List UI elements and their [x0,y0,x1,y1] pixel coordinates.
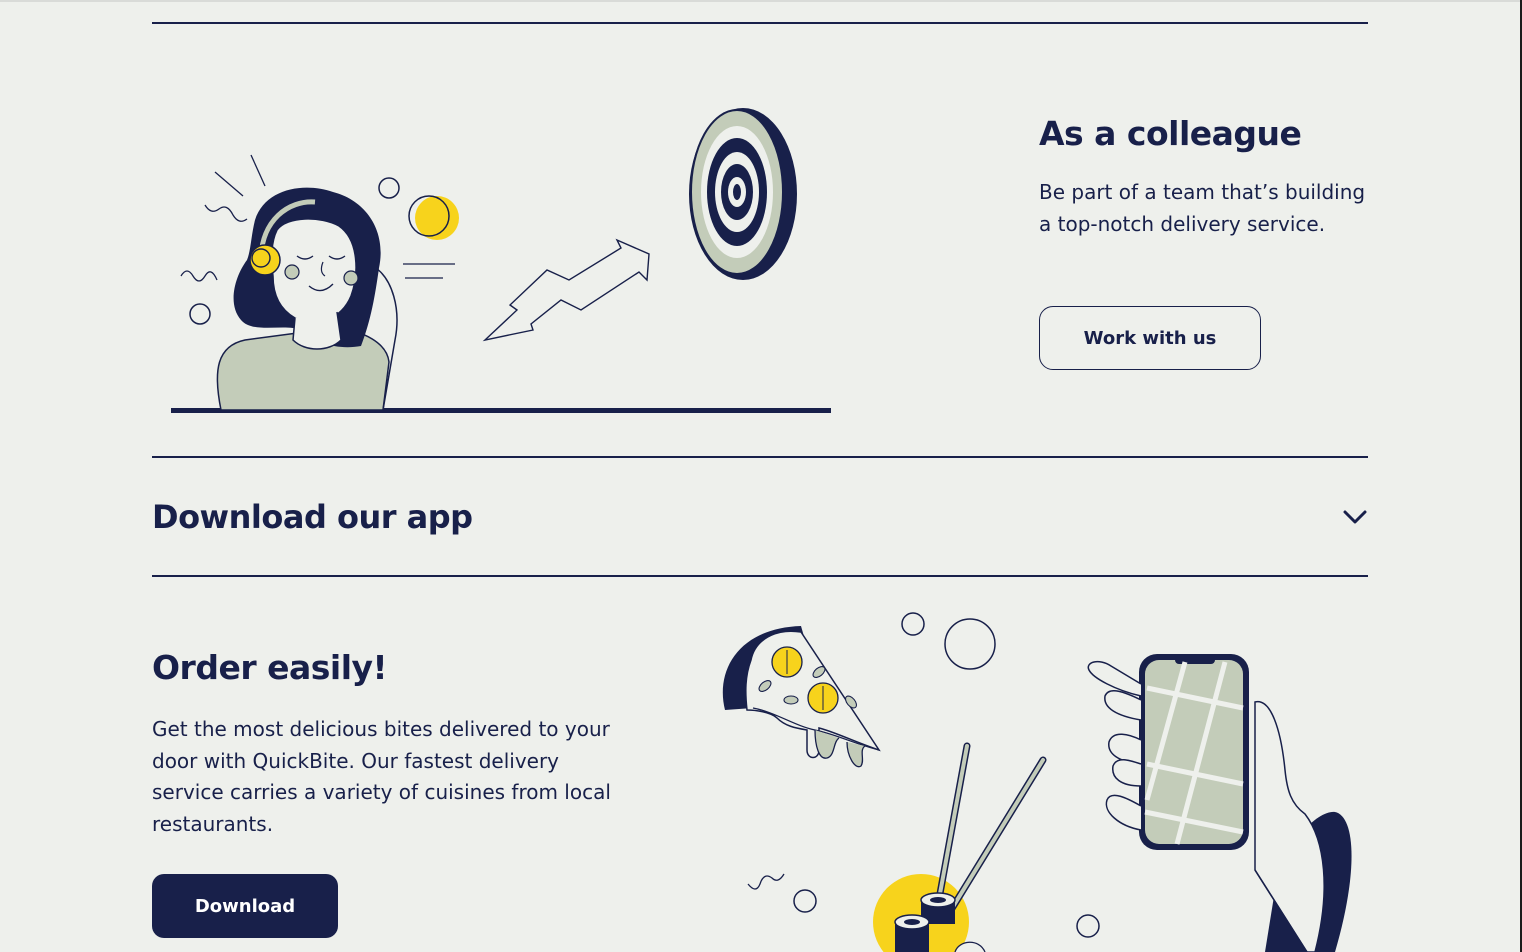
order-description: Get the most delicious bites delivered t… [152,717,611,836]
download-button[interactable]: Download [152,874,338,938]
section-divider-top [152,22,1368,24]
colleague-title: As a colleague [1039,114,1302,153]
download-app-accordion-header[interactable]: Download our app [152,458,1368,575]
colleague-description: Be part of a team that’s building a top-… [1039,180,1366,236]
section-divider-accordion-bottom [152,575,1368,577]
order-title: Order easily! [152,648,388,687]
chevron-down-icon[interactable] [1342,504,1368,530]
work-with-us-button[interactable]: Work with us [1039,306,1261,370]
top-border [0,0,1522,2]
colleague-illustration [171,108,831,413]
download-app-title: Download our app [152,497,473,536]
order-illustration [722,612,1352,952]
